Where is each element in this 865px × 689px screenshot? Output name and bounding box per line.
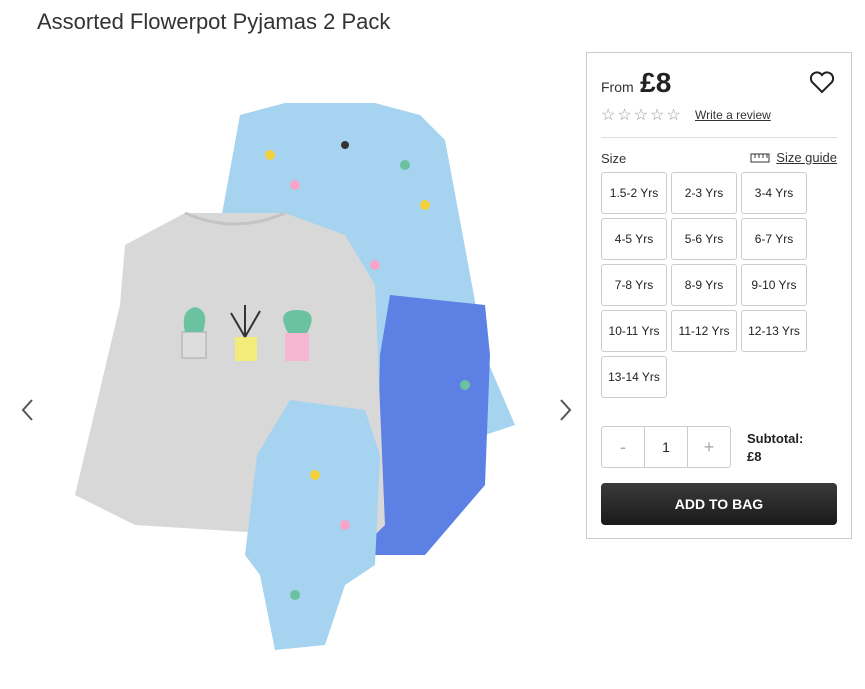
chevron-left-icon [21, 399, 33, 421]
subtotal-value: £8 [747, 449, 762, 464]
product-title: Assorted Flowerpot Pyjamas 2 Pack [37, 9, 391, 34]
size-option[interactable]: 12-13 Yrs [741, 310, 807, 352]
add-to-bag-button[interactable]: ADD TO BAG [601, 483, 837, 525]
star-icon: ☆ [617, 107, 632, 124]
size-guide-link[interactable]: Size guide [750, 150, 837, 165]
size-option[interactable]: 11-12 Yrs [671, 310, 737, 352]
divider [601, 137, 837, 138]
quantity-decrease-button[interactable]: - [602, 427, 644, 467]
price-prefix: From [601, 79, 634, 95]
size-options: 1.5-2 Yrs 2-3 Yrs 3-4 Yrs 4-5 Yrs 5-6 Yr… [601, 172, 811, 398]
size-guide-label: Size guide [776, 150, 837, 165]
size-option[interactable]: 3-4 Yrs [741, 172, 807, 214]
size-option[interactable]: 1.5-2 Yrs [601, 172, 667, 214]
purchase-panel: From £8 ☆ ☆ ☆ ☆ ☆ Write a review Size Si… [586, 52, 852, 539]
size-option[interactable]: 9-10 Yrs [741, 264, 807, 306]
product-image [75, 103, 515, 650]
size-option[interactable]: 6-7 Yrs [741, 218, 807, 260]
quantity-stepper: - 1 + [601, 426, 731, 468]
star-icon: ☆ [650, 107, 665, 124]
size-option[interactable]: 5-6 Yrs [671, 218, 737, 260]
quantity-input[interactable]: 1 [644, 427, 688, 467]
size-label: Size [601, 151, 627, 166]
write-review-link[interactable]: Write a review [695, 108, 771, 122]
quantity-increase-button[interactable]: + [688, 427, 730, 467]
heart-icon[interactable] [809, 70, 835, 94]
price-row: From £8 [601, 67, 671, 99]
prev-image-button[interactable] [18, 395, 38, 425]
star-icon: ☆ [633, 107, 649, 124]
size-option[interactable]: 13-14 Yrs [601, 356, 667, 398]
star-icon: ☆ [601, 107, 616, 124]
star-icon: ☆ [666, 107, 681, 124]
subtotal-label: Subtotal: [747, 431, 804, 446]
price: £8 [640, 67, 672, 98]
size-option[interactable]: 10-11 Yrs [601, 310, 667, 352]
size-option[interactable]: 2-3 Yrs [671, 172, 737, 214]
size-option[interactable]: 4-5 Yrs [601, 218, 667, 260]
rating-stars: ☆ ☆ ☆ ☆ ☆ [601, 108, 681, 124]
ruler-icon [750, 153, 770, 162]
size-option[interactable]: 7-8 Yrs [601, 264, 667, 306]
subtotal: Subtotal: £8 [747, 430, 803, 466]
size-option[interactable]: 8-9 Yrs [671, 264, 737, 306]
